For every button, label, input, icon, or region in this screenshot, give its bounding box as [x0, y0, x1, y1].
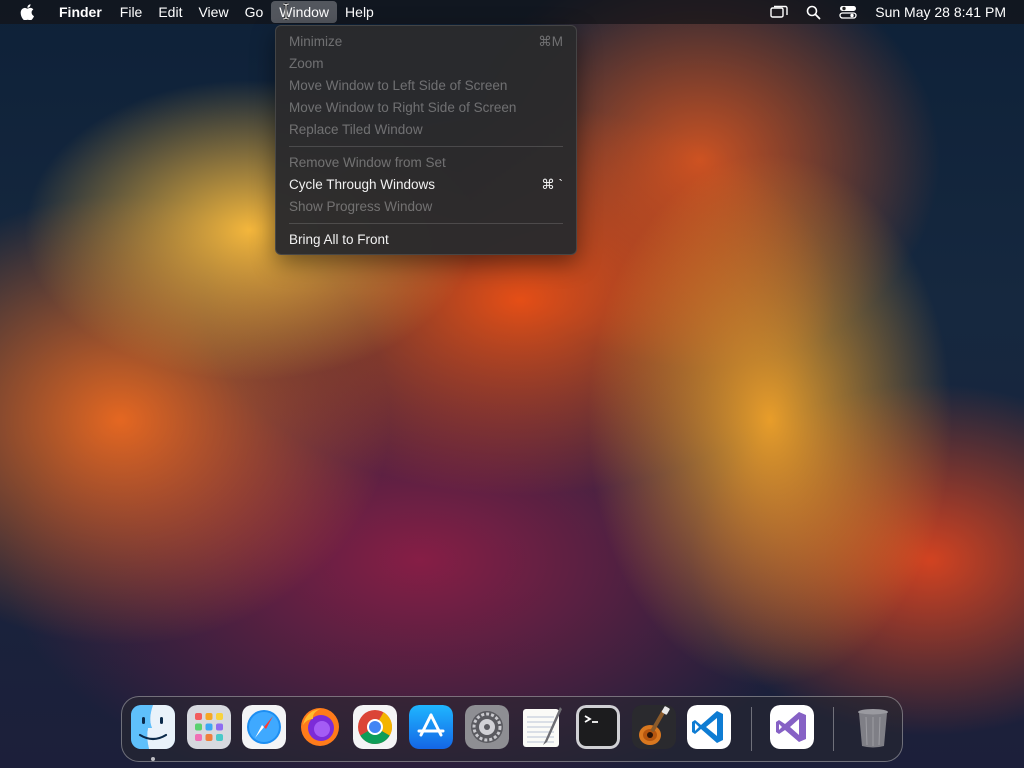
menu-separator — [289, 146, 563, 147]
spotlight-search-icon[interactable] — [806, 5, 821, 20]
dock — [121, 696, 903, 762]
screen-mirroring-icon[interactable] — [770, 5, 788, 19]
dock-separator — [833, 707, 834, 751]
menu-item-bring-all-to-front[interactable]: Bring All to Front — [276, 229, 576, 251]
chrome-icon[interactable] — [353, 705, 397, 749]
menu-item-shortcut: ⌘ ` — [541, 177, 563, 192]
menu-item-label: Zoom — [289, 56, 324, 71]
menu-help[interactable]: Help — [337, 1, 382, 23]
menu-bar-left: Finder File Edit View Go Window Help — [0, 0, 382, 24]
menu-item-minimize[interactable]: Minimize ⌘M — [276, 31, 576, 53]
menu-finder[interactable]: Finder — [51, 1, 110, 23]
safari-icon[interactable] — [242, 705, 286, 749]
menu-item-move-window-right[interactable]: Move Window to Right Side of Screen — [276, 97, 576, 119]
menu-view[interactable]: View — [190, 1, 236, 23]
launchpad-icon[interactable] — [187, 705, 231, 749]
menu-bar: Finder File Edit View Go Window Help Sun… — [0, 0, 1024, 24]
menu-item-cycle-through-windows[interactable]: Cycle Through Windows ⌘ ` — [276, 174, 576, 196]
textedit-icon[interactable] — [520, 705, 564, 749]
menu-bar-clock[interactable]: Sun May 28 8:41 PM — [875, 4, 1006, 20]
menu-item-label: Remove Window from Set — [289, 155, 446, 170]
system-settings-icon[interactable] — [465, 705, 509, 749]
finder-running-indicator — [151, 757, 155, 761]
text-cursor-icon — [282, 3, 290, 20]
menu-item-show-progress-window[interactable]: Show Progress Window — [276, 196, 576, 218]
menu-separator — [289, 223, 563, 224]
menu-item-label: Bring All to Front — [289, 232, 389, 247]
menu-edit[interactable]: Edit — [150, 1, 190, 23]
menu-item-shortcut: ⌘M — [538, 34, 563, 49]
firefox-icon[interactable] — [298, 705, 342, 749]
menu-item-replace-tiled-window[interactable]: Replace Tiled Window — [276, 119, 576, 141]
menu-item-remove-window-from-set[interactable]: Remove Window from Set — [276, 152, 576, 174]
menu-bar-status-area: Sun May 28 8:41 PM — [770, 0, 1006, 24]
app-store-icon[interactable] — [409, 705, 453, 749]
menu-file[interactable]: File — [112, 1, 151, 23]
menu-item-label: Minimize — [289, 34, 343, 49]
trash-icon[interactable] — [851, 705, 895, 749]
window-menu-dropdown: Minimize ⌘M Zoom Move Window to Left Sid… — [275, 25, 577, 255]
menu-item-label: Move Window to Right Side of Screen — [289, 100, 517, 115]
menu-item-label: Cycle Through Windows — [289, 177, 436, 192]
finder-icon[interactable] — [131, 705, 175, 749]
menu-item-label: Show Progress Window — [289, 199, 433, 214]
menu-item-label: Move Window to Left Side of Screen — [289, 78, 508, 93]
visual-studio-icon[interactable] — [770, 705, 814, 749]
dock-separator — [751, 707, 752, 751]
garageband-icon[interactable] — [632, 705, 676, 749]
vscode-icon[interactable] — [687, 705, 731, 749]
apple-icon[interactable] — [17, 0, 37, 24]
terminal-icon[interactable] — [576, 705, 620, 749]
menu-go[interactable]: Go — [237, 1, 272, 23]
control-center-icon[interactable] — [839, 5, 857, 19]
menu-item-zoom[interactable]: Zoom — [276, 53, 576, 75]
menu-item-move-window-left[interactable]: Move Window to Left Side of Screen — [276, 75, 576, 97]
menu-item-label: Replace Tiled Window — [289, 122, 423, 137]
